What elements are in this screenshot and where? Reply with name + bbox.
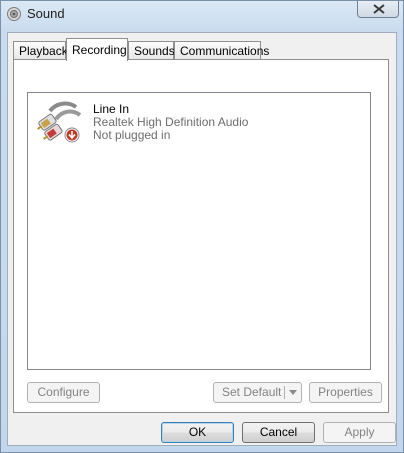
sound-dialog: Sound Playback Recording Sounds Communic…: [0, 0, 404, 453]
tab-label: Sounds: [134, 44, 175, 58]
device-name: Line In: [93, 102, 130, 116]
button-label: Apply: [344, 425, 375, 439]
close-button[interactable]: [357, 1, 399, 18]
tab-label: Playback: [19, 44, 68, 58]
tab-playback[interactable]: Playback: [13, 41, 68, 60]
device-list[interactable]: Line In Realtek High Definition Audio No…: [27, 92, 371, 370]
button-label: Set Default: [222, 385, 282, 399]
list-item[interactable]: Line In Realtek High Definition Audio No…: [28, 93, 370, 153]
cancel-button[interactable]: Cancel: [242, 422, 315, 443]
properties-button[interactable]: Properties: [309, 382, 382, 403]
tab-sounds[interactable]: Sounds: [128, 41, 175, 60]
line-in-cable-icon: [36, 97, 84, 145]
close-icon: [373, 4, 385, 14]
window-title: Sound: [27, 6, 65, 21]
button-label: Configure: [37, 385, 90, 399]
title-bar[interactable]: Sound: [1, 1, 403, 29]
apply-button[interactable]: Apply: [323, 422, 396, 443]
device-status: Not plugged in: [93, 128, 171, 142]
chevron-down-icon[interactable]: [289, 390, 297, 395]
configure-button[interactable]: Configure: [27, 382, 100, 403]
dialog-client-area: Playback Recording Sounds Communications: [7, 32, 397, 446]
tab-label: Recording: [72, 43, 127, 57]
speaker-icon: [6, 6, 22, 22]
button-label: Properties: [318, 385, 373, 399]
tab-recording[interactable]: Recording: [66, 38, 128, 61]
button-label: OK: [188, 425, 207, 439]
split-divider: [284, 386, 285, 399]
recording-panel: Line In Realtek High Definition Audio No…: [13, 59, 389, 413]
device-driver: Realtek High Definition Audio: [93, 115, 249, 129]
tab-communications[interactable]: Communications: [174, 41, 269, 60]
button-label: Cancel: [259, 425, 298, 439]
set-default-button[interactable]: Set Default: [213, 382, 302, 403]
ok-button[interactable]: OK: [161, 422, 234, 443]
tab-label: Communications: [180, 44, 270, 58]
